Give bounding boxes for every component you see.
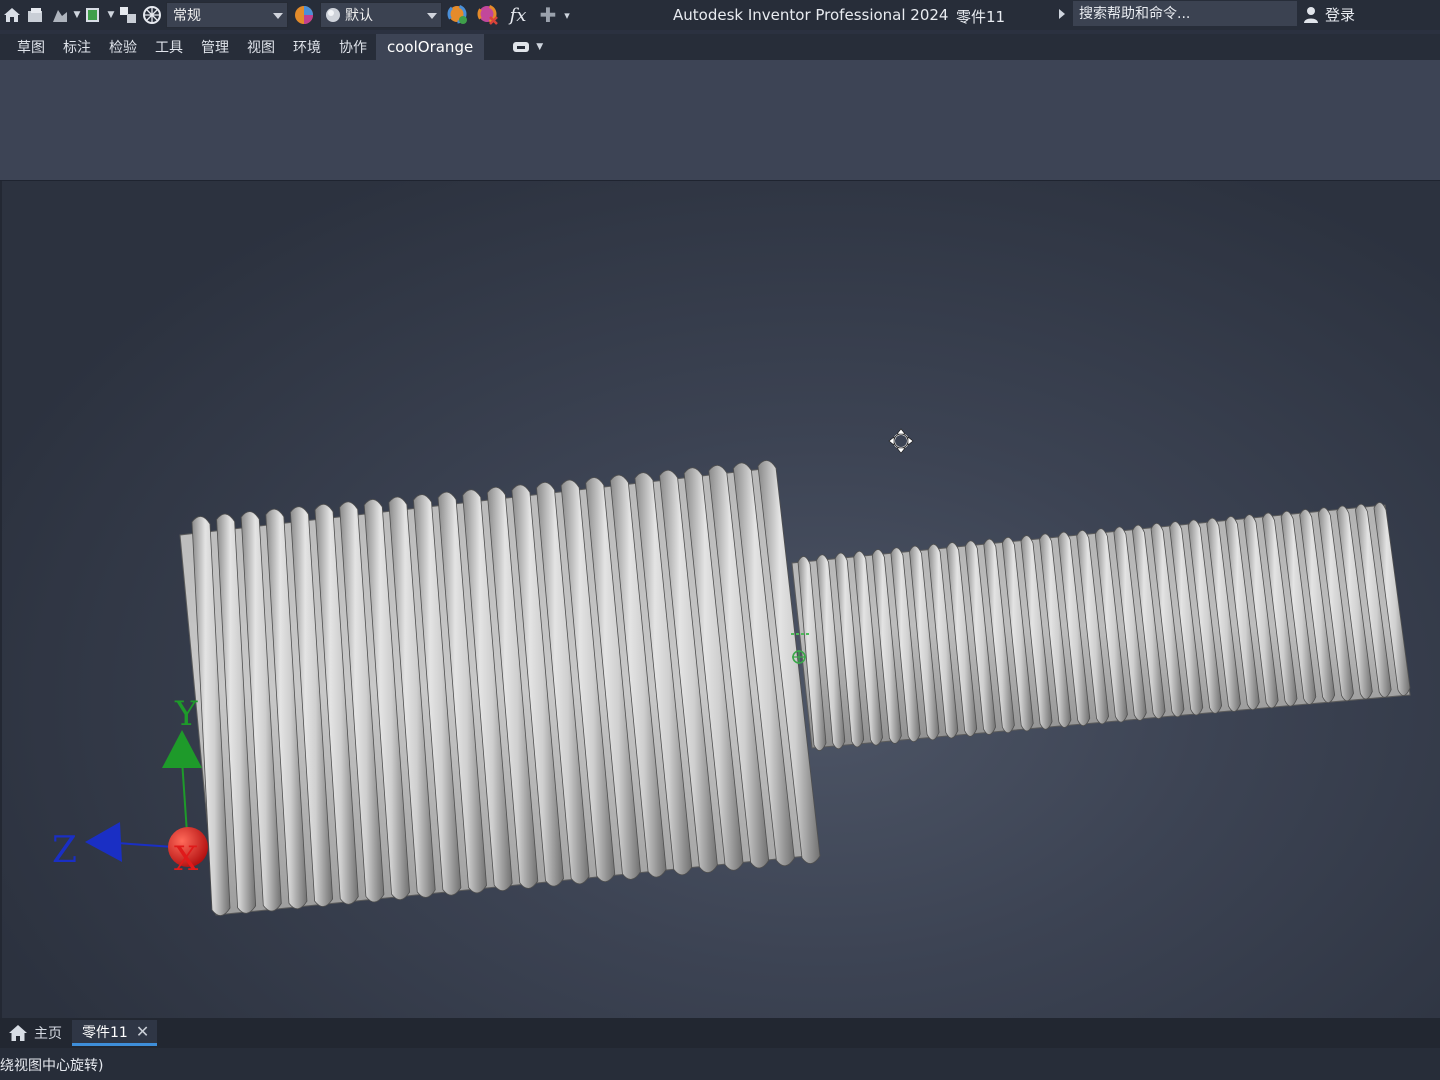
y-axis-arrow (162, 730, 202, 768)
ribbon-tab-bar: 草图 标注 检验 工具 管理 视图 环境 协作 coolOrange ▼ (0, 34, 1440, 60)
open-icon[interactable] (24, 3, 48, 27)
orbit-cursor-icon (888, 428, 914, 454)
status-text: 绕视图中心旋转) (0, 1058, 104, 1074)
add-icon[interactable]: ✚ (536, 3, 560, 27)
tab-environments[interactable]: 环境 (284, 34, 330, 60)
save-icon[interactable] (48, 3, 72, 27)
ribbon-panel (0, 60, 1440, 181)
tab-home[interactable]: 主页 (8, 1020, 62, 1046)
z-axis-label: Z (52, 830, 77, 871)
z-axis-arrow (85, 822, 122, 862)
select-icon[interactable] (82, 3, 106, 27)
threaded-shaft-model[interactable] (179, 460, 1411, 916)
chevron-down-icon (273, 13, 283, 19)
ribbon-display-toggle[interactable]: ▼ (512, 34, 543, 60)
ribbon-minimize-icon (513, 42, 530, 52)
document-title: 零件11 (956, 8, 1006, 26)
document-tab-bar: 主页 零件11 ✕ (0, 1018, 1440, 1048)
tab-annotate[interactable]: 标注 (54, 34, 100, 60)
scene-canvas: Y Z X (52, 428, 1411, 916)
tab-inspect[interactable]: 检验 (100, 34, 146, 60)
style-combo-value: 常规 (173, 8, 201, 24)
help-search-input[interactable] (1073, 1, 1297, 26)
title-bar: ▼ ▼ 常规 默认 fx ✚ ▾ Autodesk Inventor Profe… (0, 0, 1440, 30)
undo-dropdown[interactable]: ▼ (72, 3, 82, 27)
app-title: Autodesk Inventor Professional 2024 (673, 6, 949, 24)
graphics-viewport[interactable]: Y Z X (0, 181, 1440, 1018)
tab-view[interactable]: 视图 (238, 34, 284, 60)
appearance-combo-value: 默认 (345, 8, 373, 24)
status-bar: 绕视图中心旋转) (0, 1048, 1440, 1080)
tab-coolorange[interactable]: coolOrange (376, 34, 485, 60)
chevron-down-icon (427, 13, 437, 19)
search-expand-icon[interactable] (1059, 9, 1065, 19)
tab-part11[interactable]: 零件11 ✕ (72, 1020, 157, 1046)
user-icon (1304, 6, 1318, 23)
chevron-down-icon: ▼ (536, 42, 544, 52)
view-axis-triad[interactable]: Y Z X (52, 694, 208, 879)
home-icon[interactable] (0, 3, 24, 27)
appearance-combo[interactable]: 默认 (320, 2, 442, 28)
customize-icon[interactable]: ▾ (562, 3, 572, 27)
material-icon[interactable] (140, 3, 164, 27)
x-axis-label: X (174, 839, 199, 879)
appearance-icon[interactable] (292, 3, 316, 27)
sphere-icon (326, 8, 340, 22)
select-dropdown[interactable]: ▼ (106, 3, 116, 27)
tab-manage[interactable]: 管理 (192, 34, 238, 60)
tab-part11-label: 零件11 (82, 1024, 128, 1041)
function-icon[interactable]: fx (506, 3, 530, 27)
update-icon[interactable] (116, 3, 140, 27)
tab-collaborate[interactable]: 协作 (330, 34, 376, 60)
login-label: 登录 (1325, 6, 1356, 24)
home-icon (9, 1025, 27, 1041)
style-combo[interactable]: 常规 (166, 2, 288, 28)
login-button[interactable]: 登录 (1303, 4, 1355, 25)
y-axis-label: Y (174, 694, 198, 734)
tab-home-label: 主页 (34, 1026, 62, 1042)
close-icon[interactable]: ✕ (136, 1022, 149, 1041)
clear-appearance-icon[interactable] (476, 3, 500, 27)
tab-sketch[interactable]: 草图 (0, 34, 54, 60)
color-override-icon[interactable] (446, 3, 470, 27)
tab-tools[interactable]: 工具 (146, 34, 192, 60)
